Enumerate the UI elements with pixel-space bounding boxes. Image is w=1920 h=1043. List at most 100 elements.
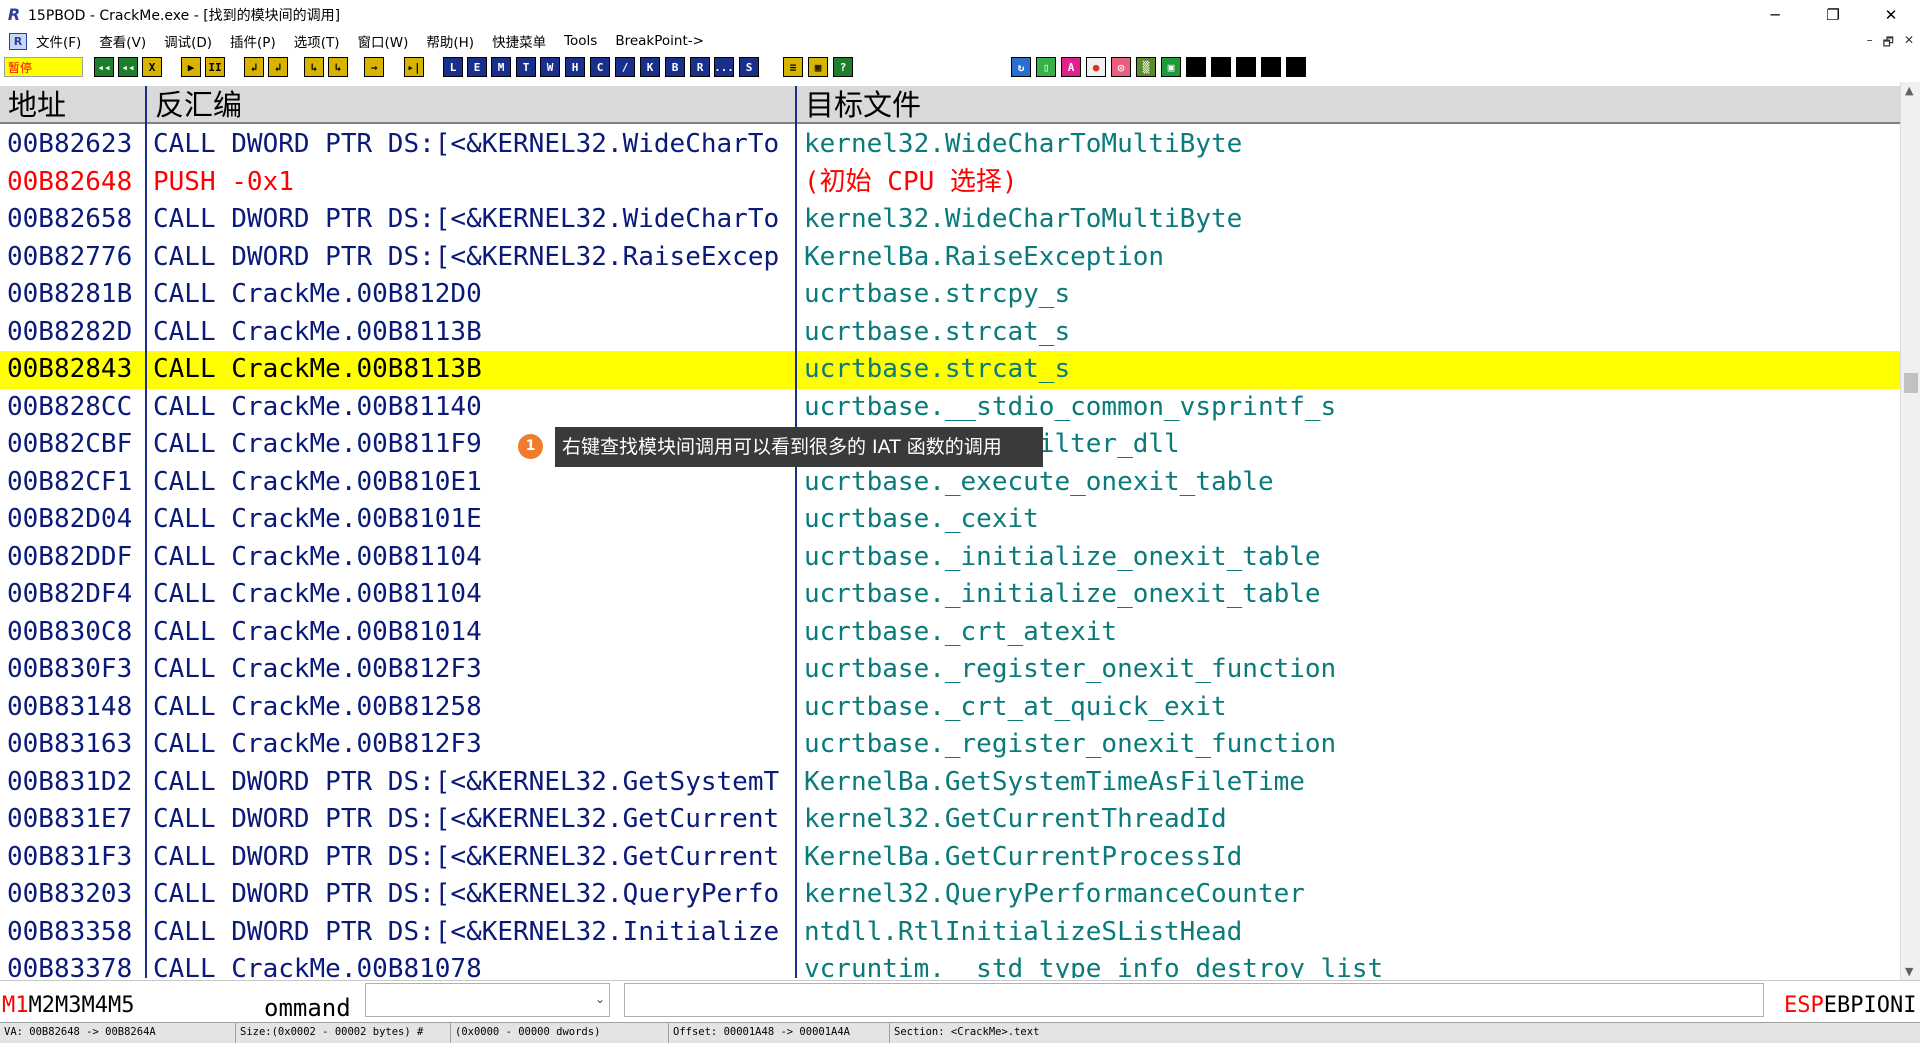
breakpoints-window-button[interactable]: B <box>665 57 685 77</box>
menu-window[interactable]: 窗口(W) <box>358 31 409 51</box>
table-row[interactable]: 00B831E7 CALL DWORD PTR DS:[<&KERNEL32.Ge… <box>0 801 1900 839</box>
record-icon[interactable]: ● <box>1086 57 1106 77</box>
table-row[interactable]: 00B82658 CALL DWORD PTR DS:[<&KERNEL32.Wi… <box>0 201 1900 239</box>
menu-file[interactable]: 文件(F) <box>36 31 81 51</box>
ascii-icon[interactable]: A <box>1061 57 1081 77</box>
pause-icon[interactable]: II <box>205 57 225 77</box>
menu-help[interactable]: 帮助(H) <box>426 31 474 51</box>
references-window-button[interactable]: R <box>690 57 710 77</box>
ebp-button[interactable]: EBP <box>1824 993 1864 1018</box>
table-row[interactable]: 00B830C8 CALL CrackMe.00B81014 ucrtbase._c… <box>0 614 1900 652</box>
mdi-restore-button[interactable]: 🗗 <box>1883 33 1894 54</box>
trace-into-icon[interactable]: ↳ <box>304 57 324 77</box>
menu-view[interactable]: 查看(V) <box>99 31 146 51</box>
vertical-scrollbar[interactable]: ▲ ▼ <box>1900 82 1920 980</box>
column-divider[interactable] <box>795 86 797 978</box>
refresh-icon[interactable]: ↻ <box>1011 57 1031 77</box>
scroll-up-icon[interactable]: ▲ <box>1905 84 1913 97</box>
menu-tools[interactable]: Tools <box>564 33 597 49</box>
mdi-close-button[interactable]: ✕ <box>1904 33 1914 54</box>
system-menu-icon[interactable]: R <box>9 32 27 50</box>
trace-over-icon[interactable]: ↳ <box>328 57 348 77</box>
memory-tabs[interactable]: M1M2M3M4M5 <box>2 993 134 1019</box>
close-button[interactable]: ✕ <box>1862 0 1920 29</box>
step-over-icon[interactable]: ↲ <box>268 57 288 77</box>
address-column-header[interactable]: 地址 <box>0 86 146 124</box>
command-input[interactable] <box>624 983 1764 1017</box>
table-row[interactable]: 00B831D2 CALL DWORD PTR DS:[<&KERNEL32.Ge… <box>0 764 1900 802</box>
table-row[interactable]: 00B82DF4 CALL CrackMe.00B81104 ucrtbase._i… <box>0 576 1900 614</box>
chevron-down-icon[interactable]: ⌄ <box>595 992 605 1006</box>
table-row[interactable]: 00B82776 CALL DWORD PTR DS:[<&KERNEL32.Ra… <box>0 239 1900 277</box>
table-row[interactable]: 00B8281B CALL CrackMe.00B812D0 ucrtbase.st… <box>0 276 1900 314</box>
table-row[interactable]: 00B83163 CALL CrackMe.00B812F3 ucrtbase._r… <box>0 726 1900 764</box>
esp-button[interactable]: ESP <box>1784 993 1824 1018</box>
mdi-minimize-button[interactable]: – <box>1867 33 1873 54</box>
memory-tabs-other[interactable]: M2M3M4M5 <box>29 993 135 1018</box>
target-icon[interactable]: ◎ <box>1111 57 1131 77</box>
intermodular-calls-table[interactable]: 00B82623 CALL DWORD PTR DS:[<&KERNEL32.Wi… <box>0 126 1900 978</box>
rewind-icon[interactable]: ◂◂ <box>118 57 138 77</box>
grid-icon[interactable]: ▒ <box>1136 57 1156 77</box>
custom-tool-5-icon[interactable] <box>1286 57 1306 77</box>
table-row[interactable]: 00B82648 PUSH -0x1 (初始 CPU 选择) <box>0 164 1900 202</box>
patches-window-button[interactable]: / <box>615 57 635 77</box>
minimize-button[interactable]: ─ <box>1746 0 1804 29</box>
menu-plugins[interactable]: 插件(P) <box>230 31 276 51</box>
call-stack-window-button[interactable]: K <box>640 57 660 77</box>
custom-tool-3-icon[interactable] <box>1236 57 1256 77</box>
restart-icon[interactable]: ◂◂ <box>94 57 114 77</box>
go-to-icon[interactable]: ▸| <box>404 57 424 77</box>
custom-tool-1-icon[interactable] <box>1186 57 1206 77</box>
address-cell: 00B83378 <box>7 954 133 978</box>
register-more-label[interactable]: IONI <box>1864 993 1917 1018</box>
table-row[interactable]: 00B82623 CALL DWORD PTR DS:[<&KERNEL32.Wi… <box>0 126 1900 164</box>
execute-till-return-icon[interactable]: → <box>364 57 384 77</box>
plugin-icon[interactable]: ▯ <box>1036 57 1056 77</box>
log-window-button[interactable]: L <box>443 57 463 77</box>
source-window-button[interactable]: S <box>739 57 759 77</box>
debug-options-icon[interactable]: ≡ <box>783 57 803 77</box>
disasm-column-header[interactable]: 反汇编 <box>147 86 796 124</box>
custom-tool-2-icon[interactable] <box>1211 57 1231 77</box>
table-row[interactable]: 00B82DDF CALL CrackMe.00B81104 ucrtbase._i… <box>0 539 1900 577</box>
menu-options[interactable]: 选项(T) <box>294 31 340 51</box>
menu-debug[interactable]: 调试(D) <box>164 31 212 51</box>
table-row[interactable]: 00B83358 CALL DWORD PTR DS:[<&KERNEL32.In… <box>0 914 1900 952</box>
table-row[interactable]: 00B83203 CALL DWORD PTR DS:[<&KERNEL32.Qu… <box>0 876 1900 914</box>
table-row[interactable]: 00B82D04 CALL CrackMe.00B8101E ucrtbase._c… <box>0 501 1900 539</box>
cpu-window-button[interactable]: C <box>590 57 610 77</box>
help-icon[interactable]: ? <box>833 57 853 77</box>
windows-window-button[interactable]: W <box>540 57 560 77</box>
handles-window-button[interactable]: H <box>565 57 585 77</box>
menu-breakpoint[interactable]: BreakPoint-> <box>615 33 704 49</box>
monitor-icon[interactable]: ▣ <box>1161 57 1181 77</box>
table-row[interactable]: 00B83148 CALL CrackMe.00B81258 ucrtbase._c… <box>0 689 1900 727</box>
scroll-thumb[interactable] <box>1904 373 1918 393</box>
memory-window-button[interactable]: M <box>491 57 511 77</box>
threads-window-button[interactable]: T <box>516 57 536 77</box>
scroll-down-icon[interactable]: ▼ <box>1905 965 1913 978</box>
address-cell: 00B8282D <box>7 316 133 347</box>
run-trace-window-button[interactable]: ... <box>714 57 734 77</box>
modules-window-button[interactable]: E <box>467 57 487 77</box>
memory-tab-active[interactable]: M1 <box>2 993 29 1018</box>
table-row[interactable]: 00B83378 CALL CrackMe.00B81078 vcruntim.__… <box>0 951 1900 978</box>
custom-tool-4-icon[interactable] <box>1261 57 1281 77</box>
table-row[interactable]: 00B8282D CALL CrackMe.00B8113B ucrtbase.st… <box>0 314 1900 352</box>
step-into-icon[interactable]: ↲ <box>244 57 264 77</box>
menu-shortcuts[interactable]: 快捷菜单 <box>492 31 546 51</box>
target-column-header[interactable]: 目标文件 <box>797 86 1900 124</box>
column-divider[interactable] <box>145 86 147 978</box>
table-row-selected[interactable]: 00B82843 CALL CrackMe.00B8113B ucrtbase.st… <box>0 351 1900 389</box>
appearance-icon[interactable]: ▦ <box>808 57 828 77</box>
disasm-cell: CALL CrackMe.00B81140 <box>153 391 482 422</box>
table-row[interactable]: 00B830F3 CALL CrackMe.00B812F3 ucrtbase._r… <box>0 651 1900 689</box>
table-row[interactable]: 00B828CC CALL CrackMe.00B81140 ucrtbase.__… <box>0 389 1900 427</box>
restore-button[interactable]: ❐ <box>1804 0 1862 29</box>
run-icon[interactable]: ▶ <box>181 57 201 77</box>
close-process-icon[interactable]: X <box>142 57 162 77</box>
table-row[interactable]: 00B82CF1 CALL CrackMe.00B810E1 ucrtbase._e… <box>0 464 1900 502</box>
command-combo[interactable]: ⌄ <box>365 983 610 1017</box>
table-row[interactable]: 00B831F3 CALL DWORD PTR DS:[<&KERNEL32.Ge… <box>0 839 1900 877</box>
